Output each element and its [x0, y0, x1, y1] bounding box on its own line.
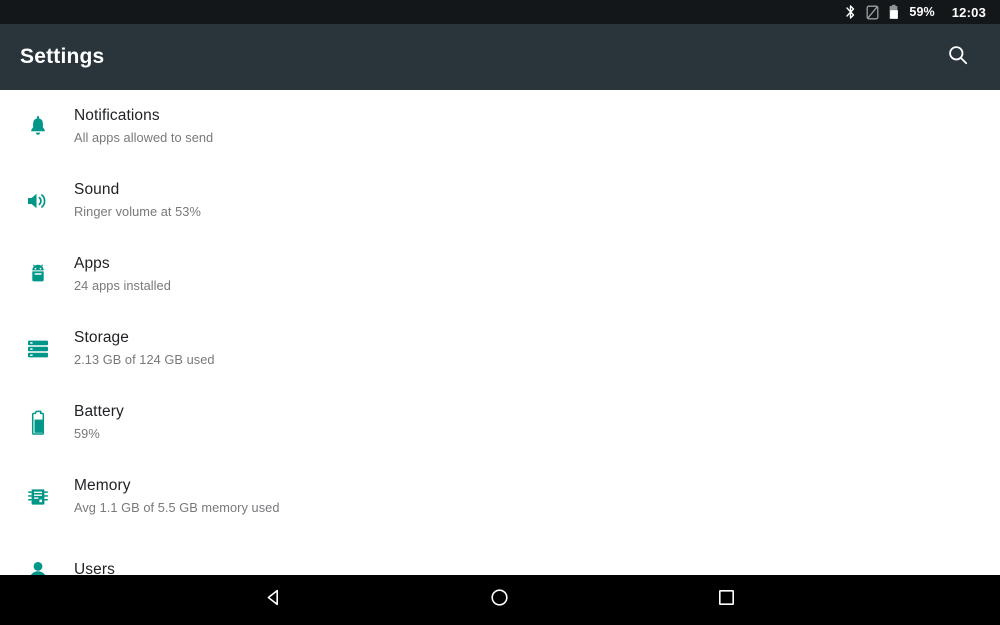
users-person-icon — [16, 534, 60, 575]
sound-volume-icon — [16, 164, 60, 238]
home-nav-button[interactable] — [472, 575, 528, 625]
settings-row-memory[interactable]: Memory Avg 1.1 GB of 5.5 GB memory used — [0, 460, 1000, 534]
settings-row-title: Sound — [74, 181, 120, 199]
status-bar-clock: 12:03 — [951, 4, 986, 20]
memory-chip-icon — [16, 460, 60, 534]
settings-row-title: Storage — [74, 329, 129, 347]
settings-row-sound[interactable]: Sound Ringer volume at 53% — [0, 164, 1000, 238]
search-icon — [947, 44, 969, 71]
sim-disabled-icon — [865, 4, 879, 20]
settings-row-title: Users — [74, 560, 115, 575]
settings-row-subtitle: Avg 1.1 GB of 5.5 GB memory used — [74, 500, 280, 516]
recents-nav-button[interactable] — [699, 575, 755, 625]
app-bar: Settings — [0, 24, 1000, 90]
settings-row-text: Notifications All apps allowed to send — [60, 90, 213, 164]
bluetooth-icon — [843, 4, 857, 20]
settings-row-text: Users — [60, 534, 115, 575]
settings-row-subtitle: 59% — [74, 426, 100, 442]
settings-row-subtitle: All apps allowed to send — [74, 130, 214, 146]
storage-icon — [16, 312, 60, 386]
settings-row-storage[interactable]: Storage 2.13 GB of 124 GB used — [0, 312, 1000, 386]
settings-row-subtitle: Ringer volume at 53% — [74, 204, 201, 220]
settings-row-title: Battery — [74, 403, 124, 421]
settings-row-battery[interactable]: Battery 59% — [0, 386, 1000, 460]
settings-row-text: Storage 2.13 GB of 124 GB used — [60, 312, 215, 386]
settings-row-text: Sound Ringer volume at 53% — [60, 164, 201, 238]
settings-row-text: Battery 59% — [60, 386, 124, 460]
android-settings-screen: 59% 12:03 Settings Notifications All app… — [0, 0, 1000, 625]
settings-row-text: Memory Avg 1.1 GB of 5.5 GB memory used — [60, 460, 280, 534]
settings-row-title: Apps — [74, 255, 110, 273]
settings-row-apps[interactable]: Apps 24 apps installed — [0, 238, 1000, 312]
battery-percent-label: 59% — [909, 4, 935, 19]
back-triangle-icon — [263, 587, 284, 613]
battery-icon — [16, 386, 60, 460]
settings-row-text: Apps 24 apps installed — [60, 238, 171, 312]
battery-icon — [887, 4, 901, 20]
recents-square-icon — [716, 587, 737, 613]
status-bar-icons: 59% 12:03 — [843, 4, 986, 20]
back-nav-button[interactable] — [245, 575, 301, 625]
settings-row-users[interactable]: Users — [0, 534, 1000, 575]
page-title: Settings — [20, 45, 105, 68]
apps-android-icon — [16, 238, 60, 312]
settings-row-subtitle: 2.13 GB of 124 GB used — [74, 352, 215, 368]
settings-row-subtitle: 24 apps installed — [74, 278, 171, 294]
notifications-bell-icon — [16, 90, 60, 164]
settings-row-title: Memory — [74, 477, 131, 495]
home-circle-icon — [489, 587, 510, 613]
navigation-bar — [0, 575, 1000, 625]
settings-list[interactable]: Notifications All apps allowed to send S… — [0, 90, 1000, 575]
search-button[interactable] — [936, 35, 980, 79]
status-bar: 59% 12:03 — [0, 0, 1000, 24]
settings-row-notifications[interactable]: Notifications All apps allowed to send — [0, 90, 1000, 164]
settings-row-title: Notifications — [74, 107, 160, 125]
